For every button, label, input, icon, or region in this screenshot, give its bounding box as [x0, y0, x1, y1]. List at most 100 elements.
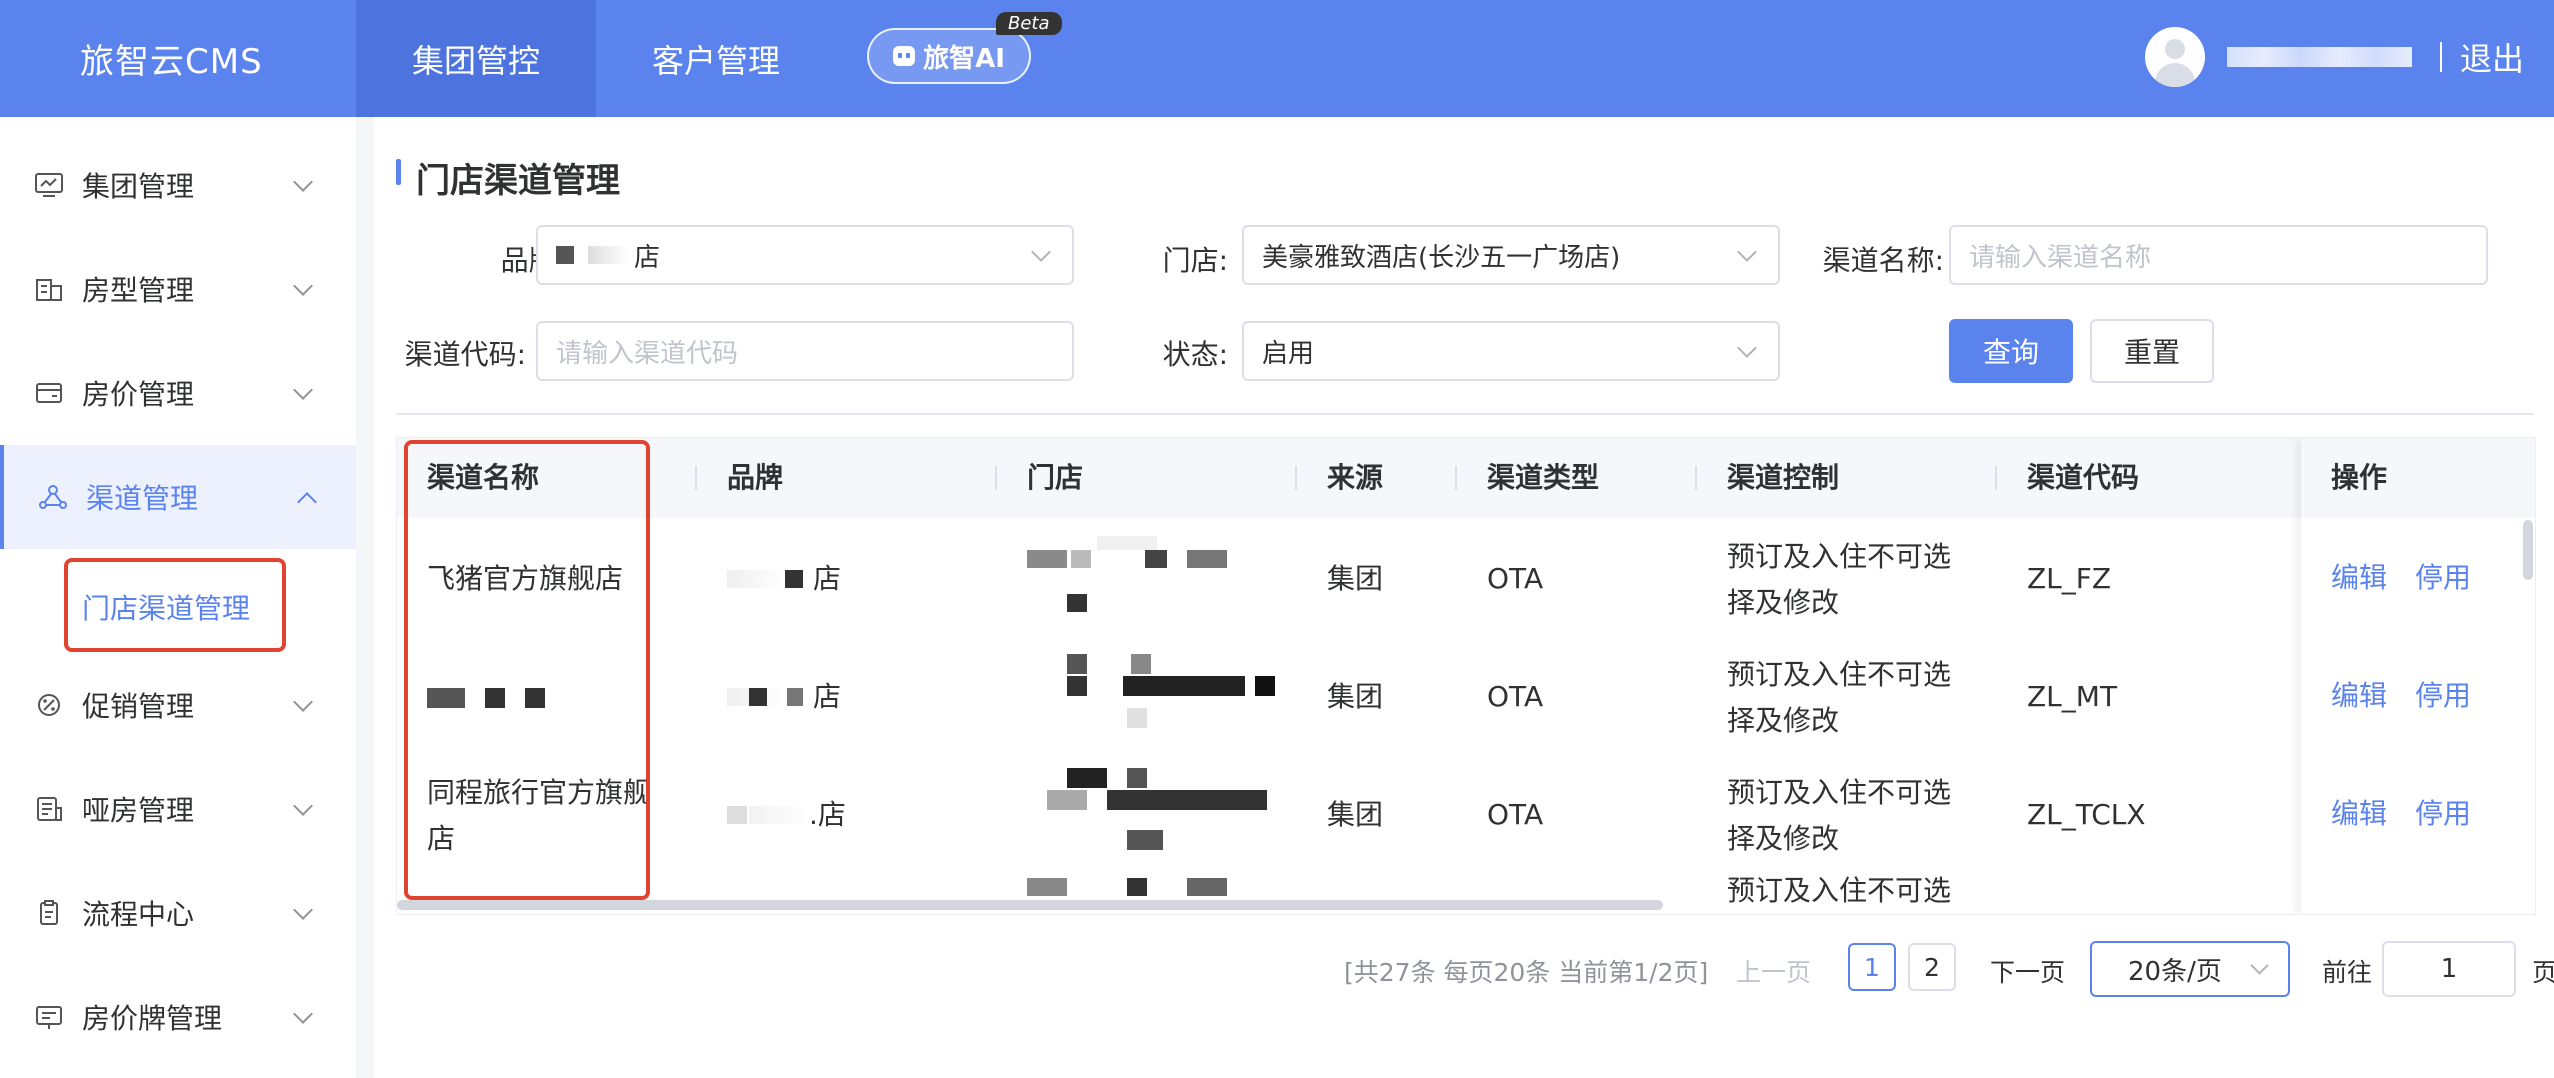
col-separator [1295, 466, 1297, 490]
sidebar-item-label: 流程中心 [82, 898, 195, 931]
sidebar-item-dummy-room[interactable]: 哑房管理 [0, 757, 356, 861]
col-header-brand: 品牌 [727, 461, 784, 494]
cell-channel-type: OTA [1487, 680, 1544, 713]
sidebar-item-promotion[interactable]: 促销管理 [0, 653, 356, 757]
avatar[interactable] [2144, 27, 2205, 87]
table-row: 店 集团 OTA 预订及入住不可选 择及修改 ZL_MT [397, 638, 2535, 758]
redacted-block [1067, 676, 1087, 696]
cell-channel-code: ZL_FZ [2027, 562, 2112, 595]
redacted-block [1127, 878, 1147, 896]
page-1-button[interactable]: 1 [1848, 943, 1896, 991]
sidebar-item-label: 渠道管理 [86, 482, 199, 515]
promotion-icon [38, 694, 60, 716]
cell-channel-control: 预订及入住不可选 择及修改 [1727, 534, 1951, 626]
redacted-block [588, 246, 628, 264]
cell-channel-code: ZL_TCLX [2027, 798, 2146, 831]
brand-select[interactable]: 店 [536, 225, 1074, 285]
sidebar-item-label: 集团管理 [82, 170, 195, 203]
col-separator [1455, 466, 1457, 490]
redacted-block [1187, 878, 1227, 896]
redacted-block [1067, 768, 1107, 788]
logout-link[interactable]: 退出 [2460, 34, 2524, 80]
redacted-block [1047, 790, 1087, 810]
channel-code-label: 渠道代码: [404, 338, 526, 371]
col-separator [695, 466, 697, 490]
sidebar-item-room-type[interactable]: 房型管理 [0, 237, 356, 341]
redacted-block [727, 570, 783, 588]
store-select[interactable]: 美豪雅致酒店(长沙五一广场店) [1242, 225, 1780, 285]
redacted-block [1131, 654, 1151, 674]
cell-channel-control-line1: 预订及入住不可选 [1727, 540, 1952, 573]
username-redacted [2226, 47, 2412, 67]
cell-channel-type: OTA [1487, 562, 1544, 595]
status-label: 状态: [1162, 338, 1228, 371]
cell-brand: 店 [727, 556, 841, 602]
table-row: 同程旅行官方旗舰店 .店 集团 OTA 预订及入住不可选 择及修改 ZL_TCLX [397, 756, 2535, 876]
cell-brand: .店 [727, 792, 846, 838]
page-title: 门店渠道管理 [416, 161, 620, 201]
cell-channel-control: 预订及入住不可选 [1727, 874, 1952, 907]
cell-channel-code: ZL_MT [2027, 680, 2118, 713]
cell-channel-control-line1: 预订及入住不可选 [1727, 776, 1952, 809]
sidebar-item-workflow[interactable]: 流程中心 [0, 861, 356, 965]
sidebar-item-label: 房价管理 [82, 378, 195, 411]
cell-store-redacted [1027, 878, 1267, 898]
sidebar-item-channel[interactable]: 渠道管理 [0, 445, 356, 549]
sidebar-item-group[interactable]: 集团管理 [0, 133, 356, 237]
cell-store-redacted [1027, 536, 1267, 626]
horizontal-scrollbar[interactable] [397, 900, 1663, 910]
disable-link[interactable]: 停用 [2415, 674, 2471, 714]
edit-link[interactable]: 编辑 [2331, 674, 2387, 714]
redacted-block [1027, 550, 1067, 568]
channel-code-input[interactable]: 请输入渠道代码 [536, 321, 1074, 381]
brand-select-value: 店 [634, 242, 661, 273]
redacted-block [1127, 708, 1147, 728]
chart-board-icon [35, 173, 63, 197]
chevron-down-icon [1737, 242, 1757, 262]
redacted-block [785, 570, 803, 588]
wallet-icon [36, 383, 62, 403]
cell-brand-text: 店 [813, 680, 842, 713]
redacted-block [1067, 594, 1087, 612]
reset-button[interactable]: 重置 [2090, 319, 2214, 383]
vertical-scrollbar[interactable] [2523, 520, 2533, 580]
col-header-channel-control: 渠道控制 [1727, 461, 1840, 494]
next-page-button[interactable]: 下一页 [1990, 953, 2065, 989]
top-nav: 集团管控 客户管理 [356, 0, 836, 117]
cell-channel-control-line2: 择及修改 [1727, 586, 1840, 619]
goto-page-input[interactable]: 1 [2382, 941, 2516, 997]
prev-page-button[interactable]: 上一页 [1736, 953, 1811, 989]
page-2-button[interactable]: 2 [1908, 943, 1956, 991]
disable-link[interactable]: 停用 [2415, 556, 2471, 596]
divider [2439, 42, 2442, 72]
store-label: 门店: [1162, 244, 1228, 277]
ai-assistant-button[interactable]: 旅智AI [867, 28, 1031, 84]
building-icon [36, 279, 62, 301]
cell-channel-control-line2: 择及修改 [1727, 822, 1840, 855]
nav-group-control[interactable]: 集团管控 [356, 0, 597, 117]
chevron-down-icon [293, 1004, 313, 1024]
highlight-box-channel-name-column [404, 440, 650, 900]
redacted-block [1127, 768, 1147, 788]
edit-link[interactable]: 编辑 [2331, 556, 2387, 596]
cell-brand: 店 [727, 674, 841, 720]
query-button[interactable]: 查询 [1949, 319, 2073, 383]
channel-name-input[interactable]: 请输入渠道名称 [1949, 225, 2488, 285]
page-size-select[interactable]: 20条/页 [2090, 941, 2290, 997]
cell-source: 集团 [1327, 680, 1384, 713]
col-separator [995, 466, 997, 490]
sidebar-item-room-price[interactable]: 房价管理 [0, 341, 356, 445]
status-select[interactable]: 启用 [1242, 321, 1780, 381]
disable-link[interactable]: 停用 [2415, 792, 2471, 832]
chevron-up-icon [297, 492, 317, 512]
sidebar-item-price-board[interactable]: 房价牌管理 [0, 965, 356, 1069]
app-logo: 旅智云CMS [80, 42, 263, 82]
sidebar-item-label: 房价牌管理 [82, 1002, 223, 1035]
chevron-down-icon [293, 796, 313, 816]
nav-customer-management[interactable]: 客户管理 [596, 0, 836, 117]
chevron-down-icon [293, 380, 313, 400]
price-board-icon [36, 1006, 62, 1029]
edit-link[interactable]: 编辑 [2331, 792, 2387, 832]
redacted-block [749, 688, 767, 706]
col-header-actions: 操作 [2301, 438, 2535, 518]
